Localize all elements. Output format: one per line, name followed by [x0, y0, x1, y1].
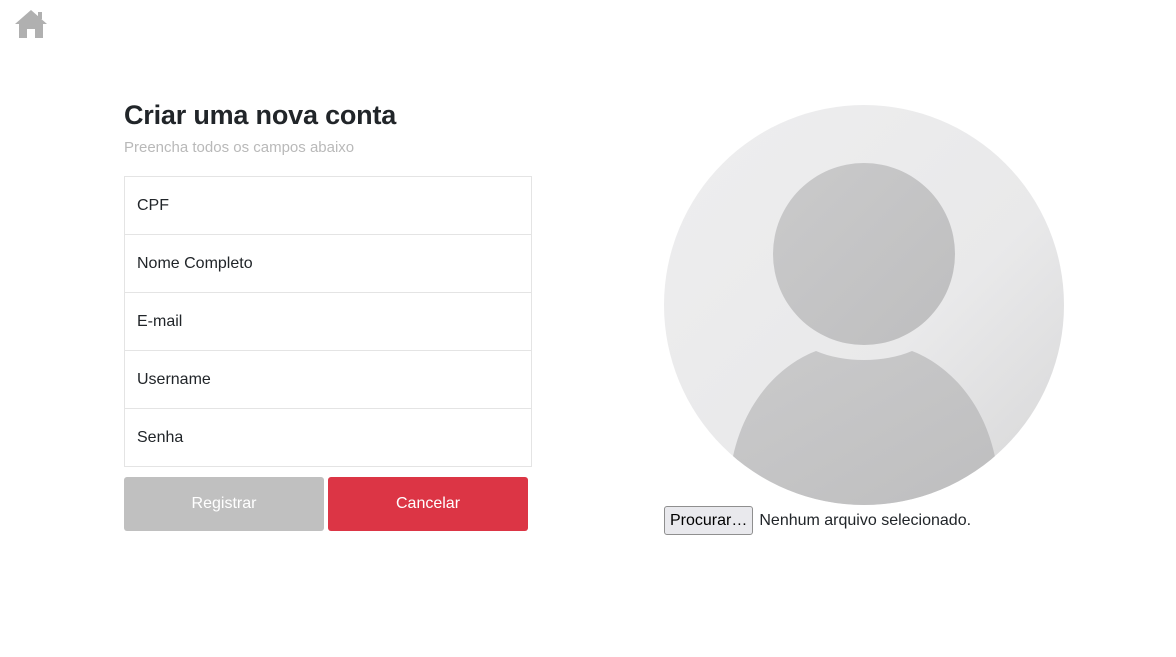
- home-link[interactable]: [13, 8, 49, 40]
- page-subtitle: Preencha todos os campos abaixo: [124, 139, 355, 156]
- file-status-text: Nenhum arquivo selecionado.: [759, 512, 972, 529]
- cpf-input[interactable]: [124, 177, 532, 235]
- browse-file-button[interactable]: Procurar…: [664, 506, 754, 535]
- cancel-button[interactable]: Cancelar: [328, 477, 528, 531]
- username-input[interactable]: [124, 351, 532, 409]
- fullname-input[interactable]: [124, 235, 532, 293]
- avatar-section: Procurar… Nenhum arquivo selecionado.: [664, 105, 1084, 535]
- page-title: Criar uma nova conta: [124, 100, 397, 130]
- signup-page: Criar uma nova conta Preencha todos os c…: [0, 0, 1176, 657]
- home-icon: [15, 10, 47, 38]
- user-avatar-placeholder-icon: [664, 105, 1064, 505]
- form-buttons: Registrar Cancelar: [124, 477, 532, 531]
- file-upload: Procurar… Nenhum arquivo selecionado.: [664, 506, 1084, 535]
- email-input[interactable]: [124, 293, 532, 351]
- register-button[interactable]: Registrar: [124, 477, 324, 531]
- form-fields: [124, 176, 532, 467]
- signup-form: Criar uma nova conta Preencha todos os c…: [124, 98, 532, 531]
- password-input[interactable]: [124, 409, 532, 467]
